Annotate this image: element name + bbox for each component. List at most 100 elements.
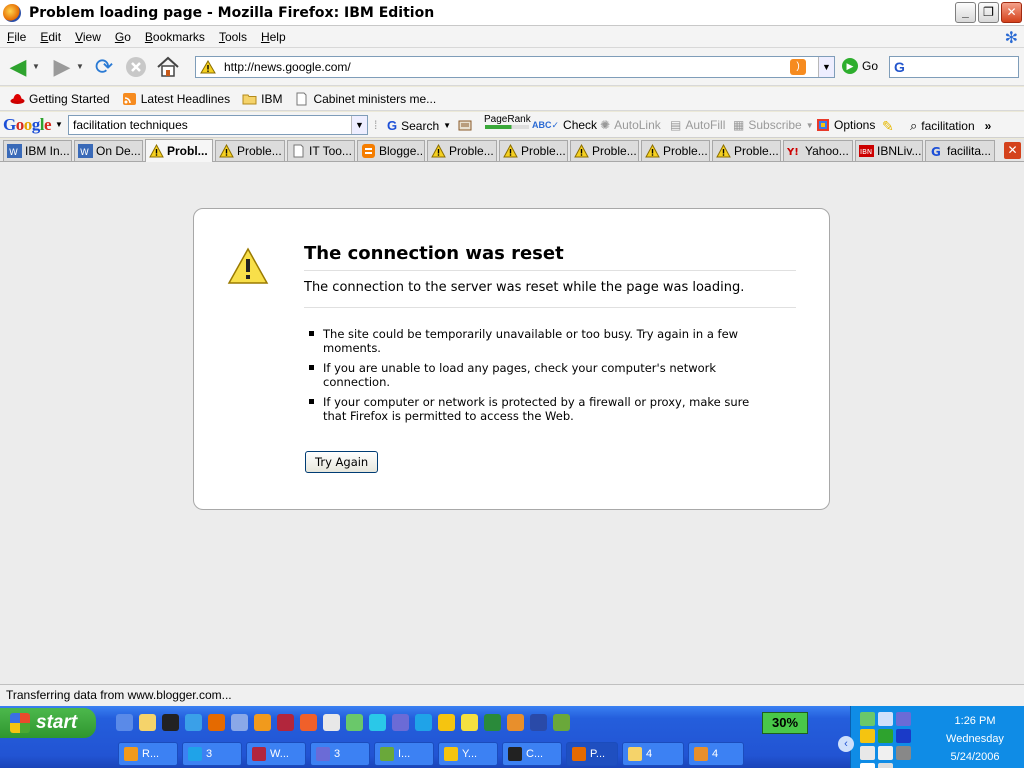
autolink-button[interactable]: ✺ AutoLink (600, 118, 661, 132)
pagerank-indicator[interactable]: PageRank (484, 114, 531, 129)
tab-4[interactable]: Proble... (215, 140, 285, 161)
tab-5[interactable]: IT Too... (287, 140, 355, 161)
tab-12[interactable]: Y! Yahoo... (783, 140, 853, 161)
quicklaunch-book-icon[interactable] (277, 714, 294, 731)
bookmark-folder-ibm[interactable]: IBM (238, 92, 286, 106)
taskbar-button-1[interactable]: R... (118, 742, 178, 766)
tab-8[interactable]: Proble... (499, 140, 568, 161)
try-again-button[interactable]: Try Again (305, 451, 379, 473)
subscribe-dropdown-icon[interactable]: ▼ (806, 121, 814, 130)
quicklaunch-messenger-icon[interactable] (392, 714, 409, 731)
close-tab-icon[interactable]: ✕ (1004, 142, 1021, 159)
quicklaunch-notepad-icon[interactable] (231, 714, 248, 731)
taskbar-button-6[interactable]: Y... (438, 742, 498, 766)
tab-1[interactable]: W IBM In... (3, 140, 72, 161)
menu-bookmarks[interactable]: Bookmarks (138, 30, 212, 44)
quicklaunch-explorer-icon[interactable] (185, 714, 202, 731)
google-menu-dropdown-icon[interactable]: ▼ (55, 120, 63, 129)
tray-device-icon[interactable] (878, 763, 893, 768)
bookmark-latest-headlines[interactable]: Latest Headlines (118, 92, 234, 106)
tray-info-icon[interactable] (860, 763, 875, 768)
rss-feed-icon[interactable]: ) (790, 59, 806, 75)
more-chevron-icon[interactable]: » (985, 119, 992, 133)
home-icon[interactable] (154, 53, 182, 81)
tab-2[interactable]: W On De... (74, 140, 143, 161)
quicklaunch-word-icon[interactable] (530, 714, 547, 731)
quicklaunch-excel-icon[interactable] (484, 714, 501, 731)
menu-go[interactable]: Go (108, 30, 138, 44)
spell-check-button[interactable]: ABC✓ Check ▼ (532, 118, 609, 132)
google-logo[interactable]: Google (3, 115, 52, 135)
tray-bluetooth-icon[interactable] (896, 729, 911, 743)
menu-tools[interactable]: Tools (212, 30, 254, 44)
quicklaunch-media-icon[interactable] (300, 714, 317, 731)
clock[interactable]: 1:26 PM Wednesday 5/24/2006 (930, 712, 1020, 766)
tray-expand-icon[interactable]: ‹ (838, 736, 854, 752)
quicklaunch-powerpoint-icon[interactable] (507, 714, 524, 731)
firefox-icon[interactable] (3, 3, 21, 22)
highlight-button[interactable]: ✎ (882, 118, 894, 135)
restore-button[interactable]: ❐ (978, 2, 999, 23)
url-bar[interactable]: http://news.google.com/ ) ▼ (195, 56, 835, 78)
url-text[interactable]: http://news.google.com/ (224, 60, 790, 74)
taskbar-button-7[interactable]: C... (502, 742, 562, 766)
tray-sync-icon[interactable] (896, 746, 911, 760)
tab-14[interactable]: Gfacilita... (925, 140, 995, 161)
taskbar-button-3[interactable]: W... (246, 742, 306, 766)
tab-11[interactable]: Proble... (712, 140, 781, 161)
word-find-button[interactable]: ⌕ facilitation » (910, 118, 991, 134)
menu-edit[interactable]: Edit (33, 30, 68, 44)
forward-icon[interactable]: ▶ (48, 53, 76, 81)
google-search-icon[interactable]: G (894, 59, 905, 75)
taskbar-button-9[interactable]: 4 (622, 742, 684, 766)
quicklaunch-music-icon[interactable] (346, 714, 363, 731)
quicklaunch-chat-icon[interactable] (369, 714, 386, 731)
quicklaunch-yahoo-icon[interactable] (438, 714, 455, 731)
close-button[interactable]: ✕ (1001, 2, 1022, 23)
menu-file[interactable]: File (0, 30, 33, 44)
autofill-button[interactable]: ▤ AutoFill (670, 118, 725, 132)
tab-10[interactable]: Proble... (641, 140, 710, 161)
tray-monitor-icon[interactable] (878, 712, 893, 726)
quicklaunch-ie-icon[interactable] (116, 714, 133, 731)
minimize-button[interactable]: _ (955, 2, 976, 23)
google-search-button[interactable]: G Search ▼ (387, 118, 451, 133)
news-button[interactable] (458, 118, 472, 132)
toolbar-separator-handle[interactable]: ⁞ (374, 118, 377, 132)
bookmark-cabinet-ministers[interactable]: Cabinet ministers me... (290, 92, 440, 106)
options-button[interactable]: Options (816, 118, 875, 132)
search-engine-box[interactable]: G (889, 56, 1019, 78)
quicklaunch-folder-icon[interactable] (139, 714, 156, 731)
taskbar-button-4[interactable]: 3 (310, 742, 370, 766)
taskbar-button-2[interactable]: 3 (182, 742, 242, 766)
tray-yahoo-icon[interactable] (860, 729, 875, 743)
tab-6[interactable]: Blogge... (357, 140, 425, 161)
search-dropdown-icon[interactable]: ▼ (443, 121, 451, 130)
tab-13[interactable]: IBN IBNLiv... (855, 140, 923, 161)
url-history-dropdown-icon[interactable]: ▼ (818, 57, 834, 77)
subscribe-button[interactable]: ▦ Subscribe ▼ (733, 118, 814, 132)
bookmark-getting-started[interactable]: Getting Started (6, 92, 114, 106)
query-history-dropdown-icon[interactable]: ▼ (351, 116, 367, 134)
stop-icon[interactable] (122, 53, 150, 81)
back-icon[interactable]: ◀ (4, 53, 32, 81)
quicklaunch-app-icon[interactable] (254, 714, 271, 731)
quicklaunch-cmd-icon[interactable] (162, 714, 179, 731)
taskbar-button-8[interactable]: P... (566, 742, 618, 766)
tray-signal-icon[interactable] (860, 746, 875, 760)
menu-view[interactable]: View (68, 30, 108, 44)
taskbar-button-10[interactable]: 4 (688, 742, 744, 766)
go-button[interactable]: ▶ Go (842, 58, 878, 74)
tab-7[interactable]: Proble... (427, 140, 497, 161)
tray-network-icon[interactable] (860, 712, 875, 726)
forward-dropdown-icon[interactable]: ▼ (76, 62, 86, 71)
taskbar-button-5[interactable]: I... (374, 742, 434, 766)
tab-9[interactable]: Proble... (570, 140, 639, 161)
quicklaunch-firefox-icon[interactable] (208, 714, 225, 731)
reload-icon[interactable]: ⟳ (90, 53, 118, 81)
back-dropdown-icon[interactable]: ▼ (32, 62, 42, 71)
start-button[interactable]: start (0, 708, 96, 738)
quicklaunch-smiley-icon[interactable] (461, 714, 478, 731)
quicklaunch-skype-icon[interactable] (415, 714, 432, 731)
quicklaunch-clock-icon[interactable] (553, 714, 570, 731)
